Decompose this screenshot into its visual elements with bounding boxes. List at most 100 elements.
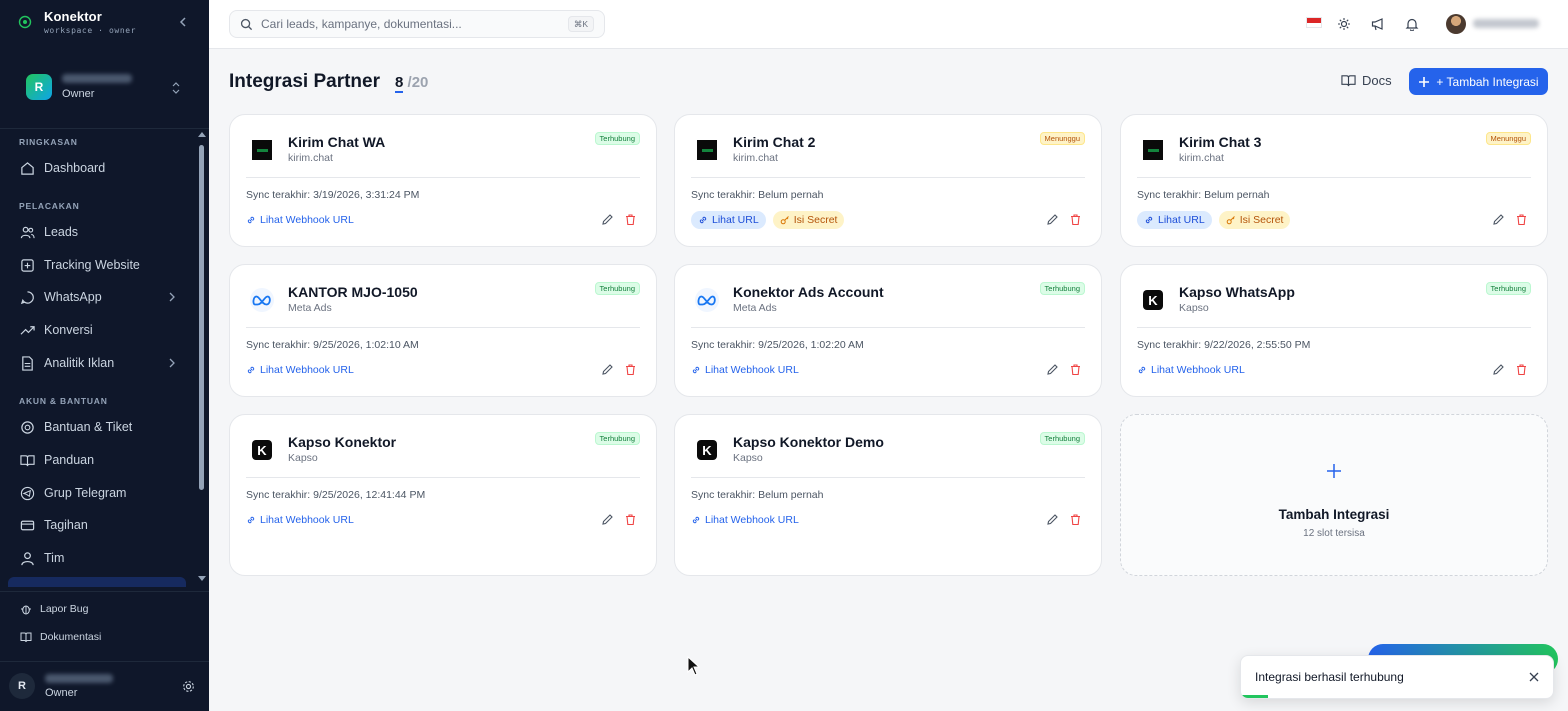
add-integration-label: + Tambah Integrasi [1436,74,1539,89]
page-title: Integrasi Partner [229,71,380,92]
users-icon [18,223,36,241]
status-badge: Terhubung [1485,282,1531,295]
sync-status: Sync terakhir: 9/25/2026, 12:41:44 PM [246,489,426,501]
workspace-switcher[interactable]: R Owner [26,74,186,100]
scroll-down-arrow-icon[interactable] [198,576,206,581]
sidebar-item-lapor-bug[interactable]: Lapor Bug [20,603,88,615]
sidebar-item-analitik-iklan[interactable]: Analitik Iklan [18,351,188,375]
webhook-url-link[interactable]: Lihat Webhook URL [1137,364,1245,376]
trash-icon[interactable] [1515,213,1528,226]
avatar[interactable] [1446,14,1466,34]
trash-icon[interactable] [624,363,637,376]
collapse-sidebar-icon[interactable] [177,16,189,28]
meta-logo-icon [250,288,274,312]
pencil-icon[interactable] [1046,363,1059,376]
search-input[interactable] [261,17,561,31]
sidebar-scrollbar[interactable] [196,129,208,587]
chevron-up-down-icon[interactable] [172,82,180,94]
scrollbar-thumb[interactable] [199,145,204,490]
webhook-url-link[interactable]: Lihat Webhook URL [246,214,354,226]
trash-icon[interactable] [1069,363,1082,376]
scroll-up-arrow-icon[interactable] [198,132,206,137]
integration-card[interactable]: KANTOR MJO-1050 Meta Ads Terhubung Sync … [229,264,657,397]
integration-card[interactable]: K Kapso Konektor Demo Kapso Terhubung Sy… [674,414,1102,576]
trash-icon[interactable] [1069,513,1082,526]
toast-progress-bar [1241,695,1268,698]
sidebar-item-bantuan-tiket[interactable]: Bantuan & Tiket [18,415,188,439]
sidebar-item-tim[interactable]: Tim [18,546,188,570]
trash-icon[interactable] [1515,363,1528,376]
add-integration-button[interactable]: + Tambah Integrasi [1409,68,1548,95]
sidebar-item-whatsapp[interactable]: WhatsApp [18,285,188,309]
fill-secret-button[interactable]: Isi Secret [1218,211,1291,229]
integration-provider: Kapso [1179,302,1209,314]
whatsapp-icon [18,288,36,306]
bell-icon[interactable] [1405,17,1419,31]
pencil-icon[interactable] [1046,213,1059,226]
plus-icon [1419,76,1430,87]
pencil-icon[interactable] [601,513,614,526]
pencil-icon[interactable] [1046,513,1059,526]
key-icon [1226,216,1235,225]
fill-secret-label: Isi Secret [1239,214,1284,226]
user-profile[interactable]: R Owner [9,673,113,699]
close-icon[interactable] [1528,671,1540,683]
trash-icon[interactable] [624,513,637,526]
sidebar-item-dashboard[interactable]: Dashboard [18,156,188,180]
webhook-url-link[interactable]: Lihat Webhook URL [691,514,799,526]
view-url-button[interactable]: Lihat URL [691,211,766,229]
search-bar[interactable]: ⌘K [229,10,605,38]
kapso-logo-icon: K [1141,288,1165,312]
integration-provider: Kapso [288,452,318,464]
integration-card[interactable]: Konektor Ads Account Meta Ads Terhubung … [674,264,1102,397]
sidebar-item-active-partially-hidden[interactable] [8,577,186,587]
pencil-icon[interactable] [601,363,614,376]
integration-provider: Kapso [733,452,763,464]
sidebar-item-dokumentasi[interactable]: Dokumentasi [20,631,101,643]
webhook-url-link[interactable]: Lihat Webhook URL [246,364,354,376]
trash-icon[interactable] [624,213,637,226]
integration-card[interactable]: Kirim Chat 3 kirim.chat Menunggu Sync te… [1120,114,1548,247]
docs-button[interactable]: Docs [1341,73,1392,88]
sidebar-item-grup-telegram[interactable]: Grup Telegram [18,481,188,505]
brand[interactable]: Konektor workspace · owner [18,9,136,35]
status-badge: Menunggu [1039,132,1085,145]
pencil-icon[interactable] [1492,363,1505,376]
pencil-icon[interactable] [601,213,614,226]
divider [246,327,640,328]
sidebar-item-tracking-website[interactable]: Tracking Website [18,253,188,277]
integration-card[interactable]: K Kapso Konektor Kapso Terhubung Sync te… [229,414,657,576]
announcement-icon[interactable] [1371,17,1385,31]
integration-card[interactable]: Kirim Chat 2 kirim.chat Menunggu Sync te… [674,114,1102,247]
sidebar-item-panduan[interactable]: Panduan [18,448,188,472]
integration-name: Kapso Konektor [288,434,397,450]
language-flag-icon[interactable] [1306,17,1322,28]
integration-card[interactable]: K Kapso WhatsApp Kapso Terhubung Sync te… [1120,264,1548,397]
status-badge: Menunggu [1485,132,1531,145]
sidebar-item-label: Dashboard [44,161,106,175]
integration-card[interactable]: Kirim Chat WA kirim.chat Terhubung Sync … [229,114,657,247]
konektor-logo-icon [18,15,32,29]
count-current: 8 [395,74,404,93]
webhook-url-link[interactable]: Lihat Webhook URL [691,364,799,376]
link-icon [247,516,255,524]
brand-subtitle: workspace · owner [44,26,137,35]
sidebar-item-tagihan[interactable]: Tagihan [18,513,188,537]
theme-toggle-icon[interactable] [1337,17,1351,31]
fill-secret-button[interactable]: Isi Secret [772,211,845,229]
status-badge: Terhubung [594,282,640,295]
sidebar-item-leads[interactable]: Leads [18,220,188,244]
trash-icon[interactable] [1069,213,1082,226]
pencil-icon[interactable] [1492,213,1505,226]
view-url-button[interactable]: Lihat URL [1137,211,1212,229]
gear-icon[interactable] [182,680,195,693]
webhook-url-link[interactable]: Lihat Webhook URL [246,514,354,526]
webhook-url-label: Lihat Webhook URL [260,364,354,376]
shortcut-badge: ⌘K [567,16,594,32]
chevron-right-icon [169,358,175,368]
sidebar-item-label: Dokumentasi [40,631,102,643]
add-integration-card[interactable]: Tambah Integrasi 12 slot tersisa [1120,414,1548,576]
sidebar-item-konversi[interactable]: Konversi [18,318,188,342]
sync-status: Sync terakhir: 9/25/2026, 1:02:20 AM [691,339,864,351]
integration-provider: kirim.chat [733,152,778,164]
